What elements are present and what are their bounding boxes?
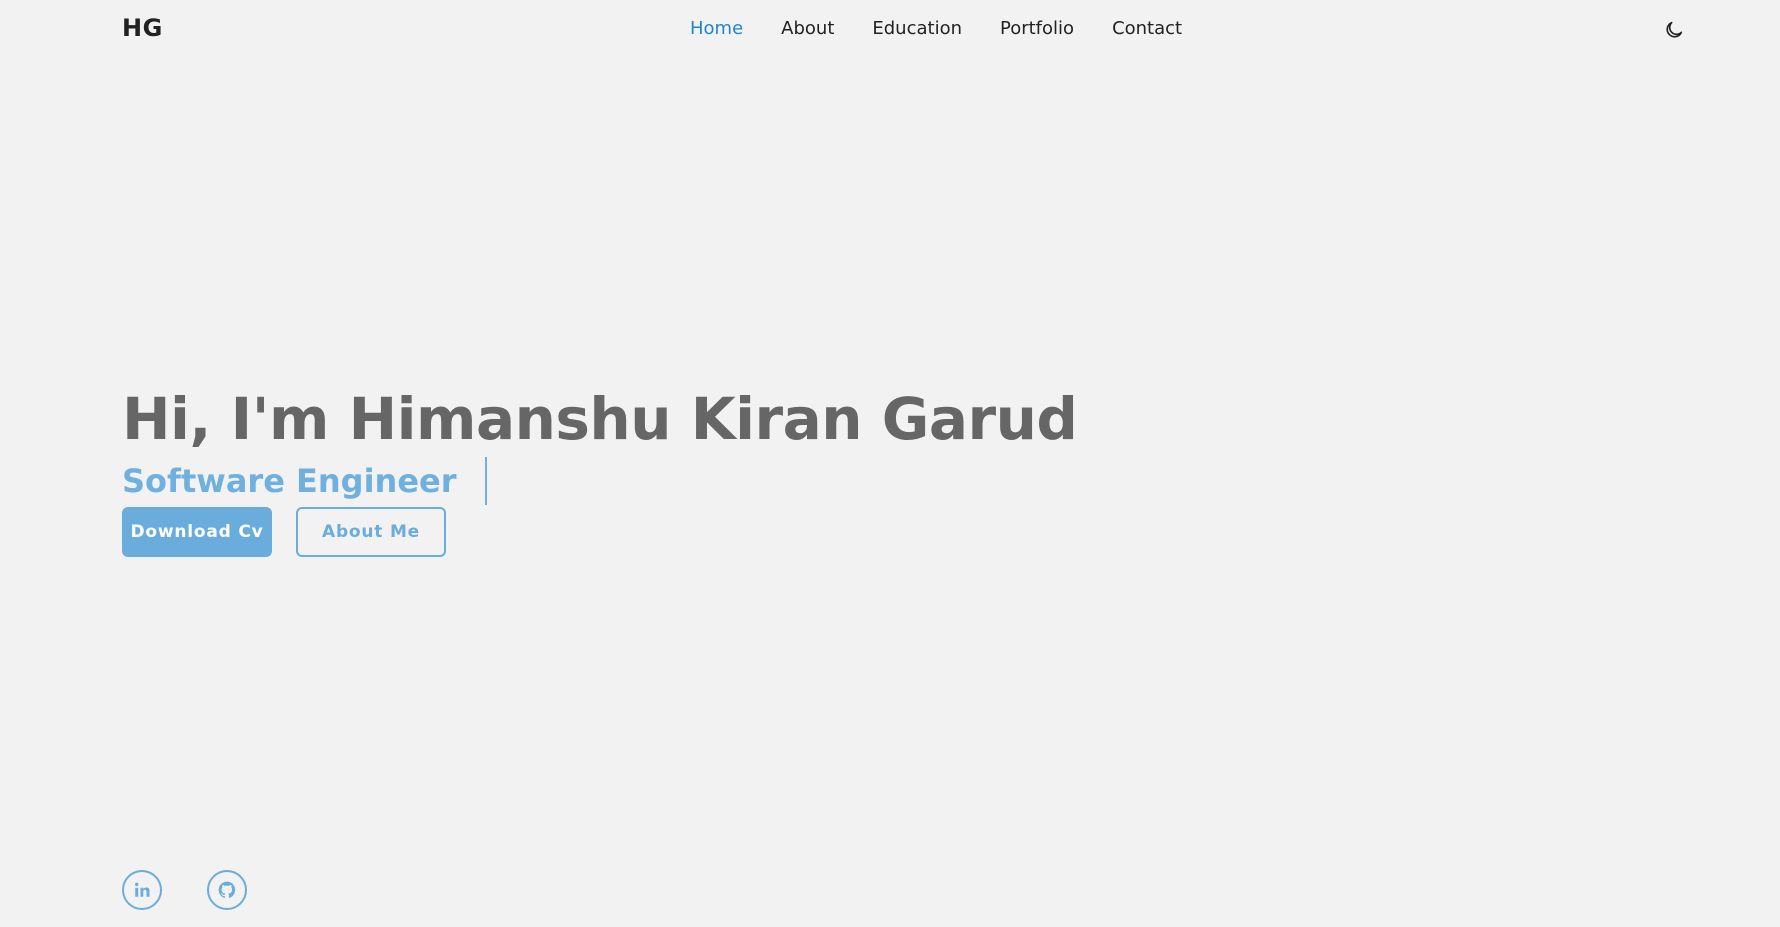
github-icon[interactable]	[207, 870, 247, 910]
about-me-button[interactable]: About Me	[296, 507, 446, 557]
nav-contact[interactable]: Contact	[1112, 18, 1182, 39]
nav-home[interactable]: Home	[690, 18, 743, 39]
download-cv-button[interactable]: Download Cv	[122, 507, 272, 557]
nav-about[interactable]: About	[781, 18, 834, 39]
site-header: HG Home About Education Portfolio Contac…	[0, 0, 1780, 60]
logo[interactable]: HG	[122, 14, 163, 42]
moon-icon[interactable]	[1663, 19, 1685, 41]
linkedin-icon[interactable]	[122, 870, 162, 910]
typing-caret	[484, 457, 487, 505]
main-nav: Home About Education Portfolio Contact	[690, 18, 1182, 39]
hero-buttons: Download Cv About Me	[122, 507, 1077, 557]
hero-subtitle: Software Engineer	[122, 462, 457, 500]
hero-subtitle-row: Software Engineer	[122, 457, 1077, 505]
hero-section: Hi, I'm Himanshu Kiran Garud Software En…	[122, 385, 1078, 557]
social-links	[122, 870, 247, 910]
nav-education[interactable]: Education	[872, 18, 962, 39]
nav-portfolio[interactable]: Portfolio	[1000, 18, 1074, 39]
hero-title: Hi, I'm Himanshu Kiran Garud	[122, 385, 1078, 453]
